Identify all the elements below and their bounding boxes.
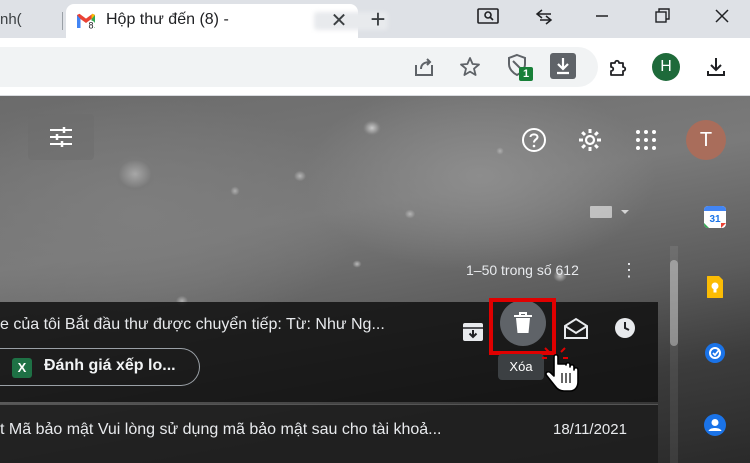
close-tab-icon[interactable]: ✕ bbox=[328, 10, 350, 32]
google-calendar-icon[interactable]: 31 bbox=[704, 206, 726, 228]
attachment-chip[interactable]: X Đánh giá xếp lo... bbox=[0, 348, 200, 386]
bookmark-star-icon[interactable] bbox=[458, 55, 482, 79]
tab-separator bbox=[62, 12, 63, 30]
google-tasks-icon[interactable] bbox=[704, 342, 726, 364]
delete-tooltip: Xóa bbox=[498, 354, 544, 380]
google-keep-icon[interactable] bbox=[704, 276, 726, 298]
side-panel: 31 bbox=[681, 192, 750, 463]
restore-window-icon bbox=[655, 8, 670, 23]
email-row-text: e của tôi Bắt đầu thư được chuyển tiếp: … bbox=[0, 316, 385, 333]
email-row[interactable]: t Mã bảo mật Vui lòng sử dụng mã bảo mật… bbox=[0, 404, 658, 463]
scrollbar-thumb[interactable] bbox=[670, 260, 678, 346]
tune-icon bbox=[50, 127, 72, 147]
share-icon[interactable] bbox=[412, 55, 436, 79]
browser-toolbar: 1 H bbox=[0, 38, 750, 96]
tab-gmail-inbox[interactable]: 8 Hộp thư đến (8) - ✕ bbox=[66, 4, 388, 38]
svg-text:31: 31 bbox=[709, 214, 721, 225]
gmail-content: T 1–50 trong số 612 ⋮ e của tôi Bắt đầu … bbox=[0, 96, 750, 463]
extension-badge: 1 bbox=[519, 67, 533, 81]
tab-layout-icon bbox=[535, 9, 553, 25]
email-row-date: 18/11/2021 bbox=[553, 421, 627, 438]
hand-pointer-icon bbox=[542, 344, 579, 392]
tab-strip: nh( 8 Hộp thư đến (8) - ✕ + bbox=[0, 0, 750, 38]
keyboard-icon[interactable] bbox=[590, 206, 630, 218]
search-options-button[interactable] bbox=[28, 114, 94, 160]
google-contacts-icon[interactable] bbox=[704, 414, 726, 436]
google-apps-icon[interactable] bbox=[634, 128, 658, 152]
restore-tab-layout-button[interactable] bbox=[530, 7, 558, 31]
email-row-text: t Mã bảo mật Vui lòng sử dụng mã bảo mật… bbox=[0, 421, 442, 438]
close-icon bbox=[715, 9, 729, 23]
tab-previous-title: nh( bbox=[0, 11, 22, 28]
archive-icon[interactable] bbox=[461, 320, 485, 344]
account-avatar[interactable]: T bbox=[686, 120, 726, 160]
downloads-icon[interactable] bbox=[704, 55, 728, 79]
search-tabs-icon bbox=[477, 8, 499, 24]
tab-title: Hộp thư đến (8) - bbox=[106, 11, 229, 28]
attachment-name: Đánh giá xếp lo... bbox=[44, 357, 176, 374]
help-icon[interactable] bbox=[520, 126, 548, 154]
gmail-icon: 8 bbox=[77, 13, 96, 31]
mark-as-read-icon[interactable] bbox=[563, 315, 589, 341]
search-tabs-button[interactable] bbox=[474, 7, 502, 31]
minimize-icon bbox=[596, 15, 608, 17]
download-extension-icon[interactable] bbox=[550, 53, 576, 79]
browser-profile-avatar[interactable]: H bbox=[652, 53, 680, 81]
new-tab-button[interactable]: + bbox=[366, 6, 390, 32]
svg-text:8: 8 bbox=[88, 21, 93, 31]
more-options-icon[interactable]: ⋮ bbox=[620, 259, 638, 281]
tab-previous[interactable]: nh( bbox=[0, 8, 64, 32]
maximize-button[interactable] bbox=[648, 7, 676, 31]
minimize-button[interactable] bbox=[588, 7, 616, 31]
extensions-puzzle-icon[interactable] bbox=[606, 55, 630, 79]
excel-file-icon: X bbox=[12, 358, 32, 378]
settings-gear-icon[interactable] bbox=[576, 126, 604, 154]
close-window-button[interactable] bbox=[708, 7, 736, 31]
extension-shield-button[interactable]: 1 bbox=[505, 53, 535, 83]
snooze-clock-icon[interactable] bbox=[613, 316, 637, 340]
pagination-label: 1–50 trong số 612 bbox=[466, 262, 579, 278]
